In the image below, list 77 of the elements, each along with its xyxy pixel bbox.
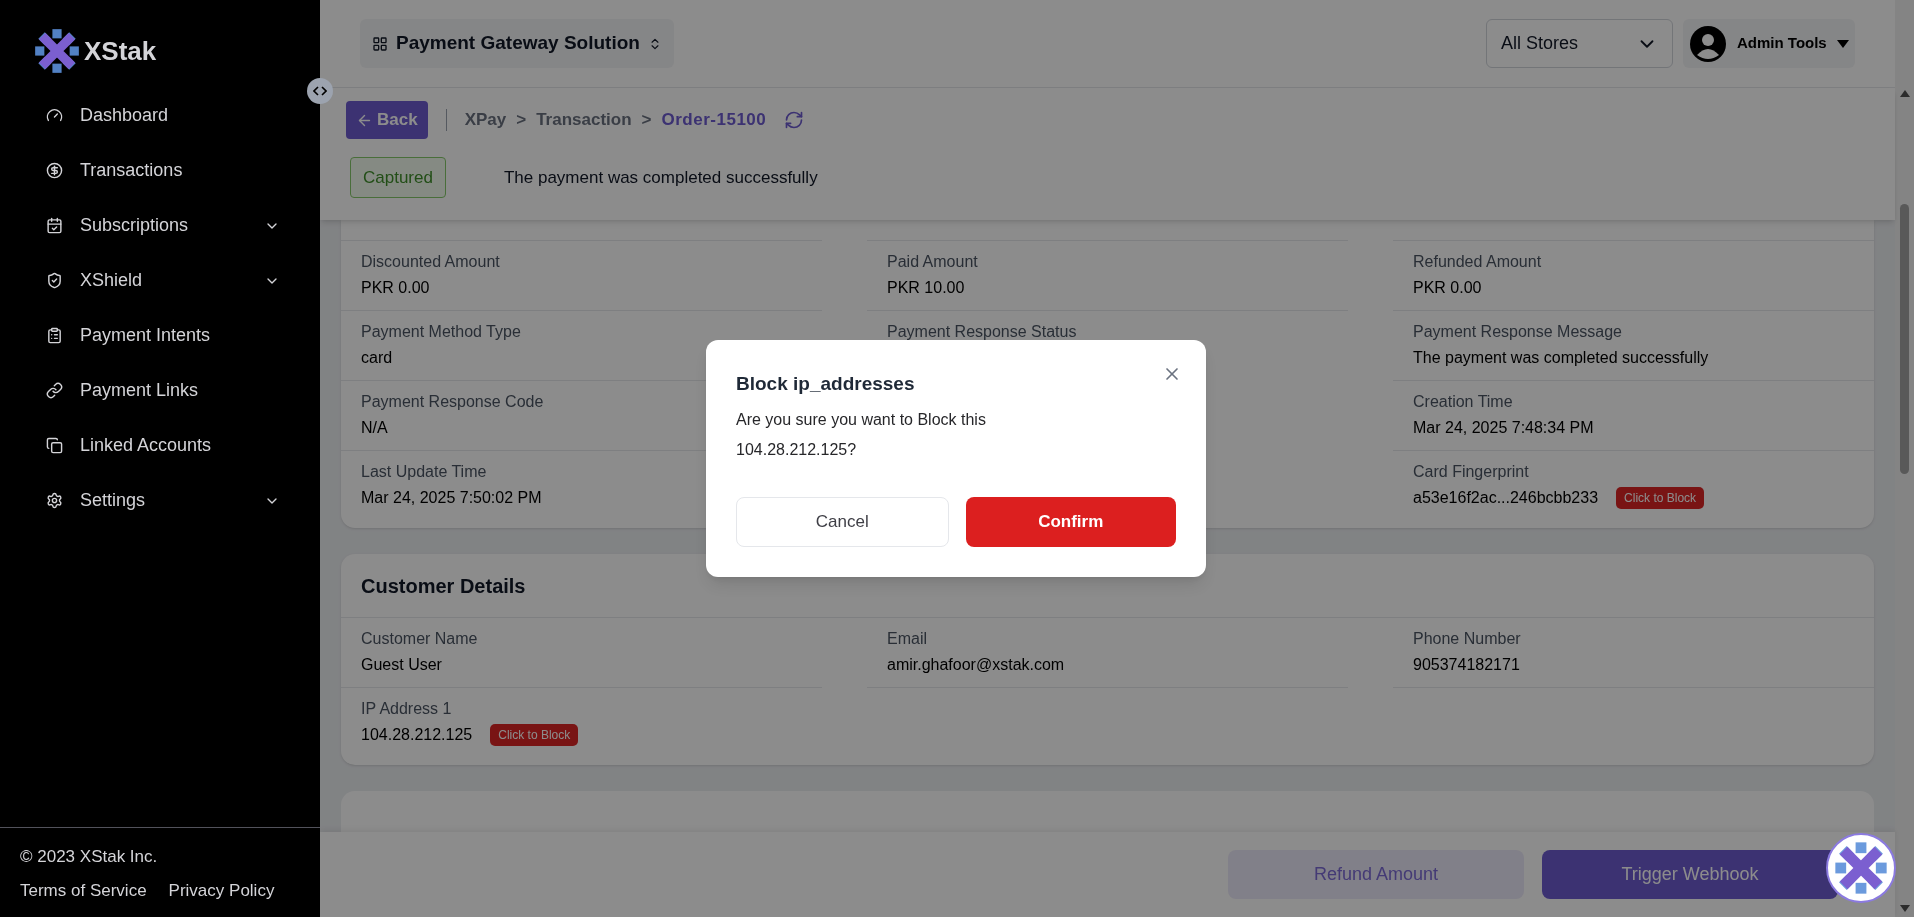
list-icon [46,327,63,344]
product-selector[interactable]: Payment Gateway Solution [360,19,674,68]
block-button[interactable]: Click to Block [1616,487,1705,509]
field-value: PKR 10.00 [887,278,965,298]
field-value: N/A [361,418,388,438]
field-value: card [361,348,393,368]
breadcrumb-item[interactable]: > [641,107,652,133]
field-label: Payment Method Type [361,322,522,342]
nav-item[interactable]: Dashboard [0,88,320,143]
nav-item[interactable]: Linked Accounts [0,418,320,473]
field-value: PKR 0.00 [361,278,430,298]
nav-item[interactable]: Payment Links [0,363,320,418]
logo-text: XStak [84,34,157,68]
copyright-text: © 2023 XStak Inc. [20,846,159,868]
field-label: Creation Time [1413,392,1514,412]
field-label: Payment Response Message [1413,322,1623,342]
cancel-button[interactable]: Cancel [736,496,949,547]
coin-icon [46,162,63,179]
field-value: The payment was completed successfully [1413,348,1709,368]
field-value: PKR 0.00 [1413,278,1482,298]
scroll-down-icon[interactable] [1899,905,1910,913]
field-label: Card Fingerprint [1413,462,1530,482]
field-value: Guest User [361,655,442,675]
nav-item[interactable]: Settings [0,473,320,528]
copy-icon [46,437,63,454]
gauge-icon [46,107,63,124]
store-select[interactable]: All Stores [1486,19,1673,68]
nav-item[interactable]: Payment Intents [0,308,320,363]
dialog-message: Are you sure you want to Block this 104.28.212.125? [736,409,987,460]
field-label: Paid Amount [887,252,979,272]
nav-item[interactable]: XShield [0,253,320,308]
footer-link[interactable]: Privacy Policy [168,877,275,903]
block-button[interactable]: Click to Block [490,724,579,746]
dialog-title: Block ip_addresses [736,372,916,396]
field-label: Payment Response Status [887,322,1078,342]
shield-icon [46,272,63,289]
refresh-icon[interactable] [784,110,805,130]
breadcrumb-item[interactable]: > [516,107,527,133]
status-message: The payment was completed successfully [503,166,818,189]
breadcrumb-item[interactable]: Transaction [536,107,632,133]
breadcrumb-item: Order-15100 [661,109,767,132]
breadcrumb-item[interactable]: XPay [464,107,507,133]
avatar-icon [1689,24,1727,63]
field-value: amir.ghafoor@xstak.com [887,655,1065,675]
link-icon [46,382,63,399]
scrollbar-thumb[interactable] [1900,204,1909,474]
field-label: Discounted Amount [361,252,501,272]
logo-icon [1834,841,1888,895]
field-label: IP Address 1 [361,699,453,719]
field-label: Email [887,629,928,649]
settings-icon [46,492,63,509]
field-value: a53e16f2ac...246bcbb233 [1413,488,1599,508]
grid-icon [372,35,388,52]
calendar-icon [46,217,63,234]
field-label: Refunded Amount [1413,252,1543,272]
scroll-up-icon[interactable] [1899,90,1910,98]
back-button[interactable]: Back [346,101,428,139]
field-label: Last Update Time [361,462,488,482]
nav-item[interactable]: Transactions [0,143,320,198]
nav-item[interactable]: Subscriptions [0,198,320,253]
field-value: Mar 24, 2025 7:48:34 PM [1413,418,1594,438]
footer-link[interactable]: Terms of Service [20,877,147,903]
user-menu[interactable]: Admin Tools [1683,19,1855,68]
field-label: Customer Name [361,629,479,649]
field-value: 104.28.212.125 [361,725,473,745]
field-value: Mar 24, 2025 7:50:02 PM [361,488,542,508]
section-title: Customer Details [361,573,526,599]
confirm-button[interactable]: Confirm [965,496,1176,547]
status-badge: Captured [350,157,446,198]
field-label: Phone Number [1413,629,1522,649]
logo-icon [34,28,80,74]
caret-icon [1836,39,1849,48]
code-icon [313,86,327,96]
scrollbar[interactable] [1895,0,1914,917]
field-label: Payment Response Code [361,392,545,412]
action-button[interactable]: Trigger Webhook [1542,850,1838,899]
field-value: 905374182171 [1413,655,1520,675]
